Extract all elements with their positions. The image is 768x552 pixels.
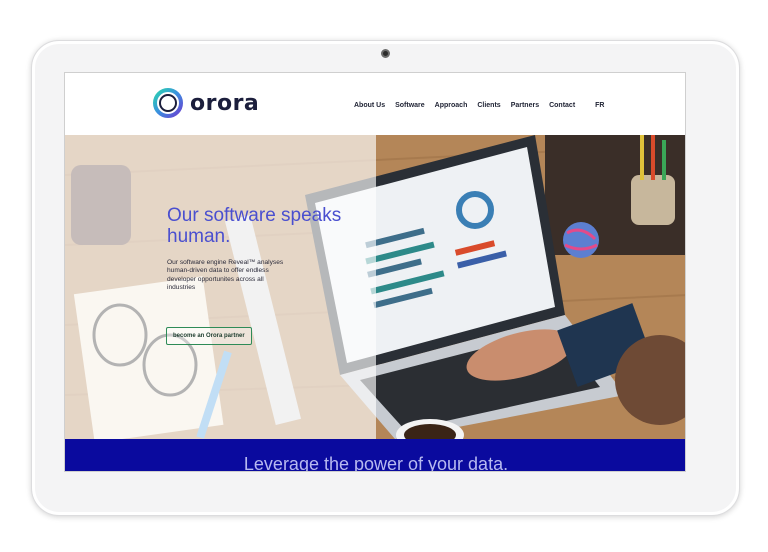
logo-text: orora <box>190 90 260 116</box>
value-band: Leverage the power of your data. <box>65 439 685 472</box>
band-headline: Leverage the power of your data. <box>243 454 509 472</box>
become-partner-button[interactable]: become an Orora partner <box>166 327 252 345</box>
language-toggle[interactable]: FR <box>595 102 604 109</box>
nav-contact[interactable]: Contact <box>549 102 575 109</box>
nav-about-us[interactable]: About Us <box>354 102 385 109</box>
nav-approach[interactable]: Approach <box>435 102 468 109</box>
site-header: orora About Us Software Approach Clients… <box>65 73 685 135</box>
main-nav: About Us Software Approach Clients Partn… <box>354 102 615 109</box>
nav-partners[interactable]: Partners <box>511 102 539 109</box>
hero-heading: Our software speaks human. <box>167 205 342 247</box>
camera-icon <box>381 49 390 58</box>
website-screen: orora About Us Software Approach Clients… <box>64 72 686 472</box>
logo[interactable]: orora <box>151 86 259 120</box>
hero-description: Our software engine Reveal™ analyses hum… <box>167 259 284 292</box>
orora-logo-icon <box>153 88 183 118</box>
nav-software[interactable]: Software <box>395 102 425 109</box>
hero-section: Our software speaks human. Our software … <box>65 135 685 439</box>
nav-clients[interactable]: Clients <box>477 102 500 109</box>
